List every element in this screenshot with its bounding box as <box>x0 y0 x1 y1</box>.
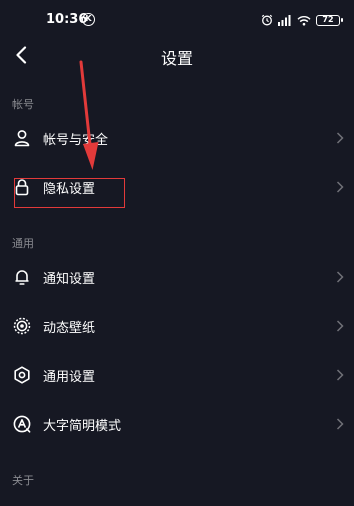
wallpaper-icon <box>13 317 31 335</box>
chevron-right-icon <box>336 132 344 144</box>
annotation-arrow-icon <box>79 60 99 170</box>
menu-label-notifications: 通知设置 <box>43 272 96 287</box>
page-title: 设置 <box>160 49 193 68</box>
gear-icon <box>14 366 30 384</box>
section-label-general: 通用 <box>12 237 34 250</box>
status-icons: 72 <box>261 12 343 28</box>
bell-icon <box>15 270 29 285</box>
menu-item-live-wallpaper[interactable]: 动态壁纸 <box>0 304 354 348</box>
section-label-account: 帐号 <box>12 98 34 111</box>
chevron-right-icon <box>336 418 344 430</box>
section-label-about: 关于 <box>12 474 34 487</box>
chevron-right-icon <box>336 320 344 332</box>
menu-label-live-wallpaper: 动态壁纸 <box>43 321 96 336</box>
menu-item-large-text-mode[interactable]: 大字简明模式 <box>0 402 354 446</box>
alarm-icon <box>261 14 273 26</box>
nav-bar: 设置 <box>0 38 354 72</box>
menu-item-general-settings[interactable]: 通用设置 <box>0 353 354 397</box>
status-bar: 10:36 K 72 <box>0 0 354 40</box>
menu-item-notifications[interactable]: 通知设置 <box>0 255 354 299</box>
annotation-highlight-box <box>14 178 125 208</box>
notification-k-icon: K <box>82 13 95 26</box>
menu-item-account-security[interactable]: 帐号与安全 <box>0 116 354 160</box>
person-icon <box>14 130 30 147</box>
menu-label-large-text-mode: 大字简明模式 <box>43 419 122 434</box>
wifi-icon <box>297 15 311 25</box>
chevron-right-icon <box>336 181 344 193</box>
signal-icon <box>278 15 291 26</box>
chevron-right-icon <box>336 271 344 283</box>
menu-label-general-settings: 通用设置 <box>43 370 96 385</box>
large-text-icon <box>13 415 31 433</box>
chevron-right-icon <box>336 369 344 381</box>
battery-icon: 72 <box>316 14 343 26</box>
